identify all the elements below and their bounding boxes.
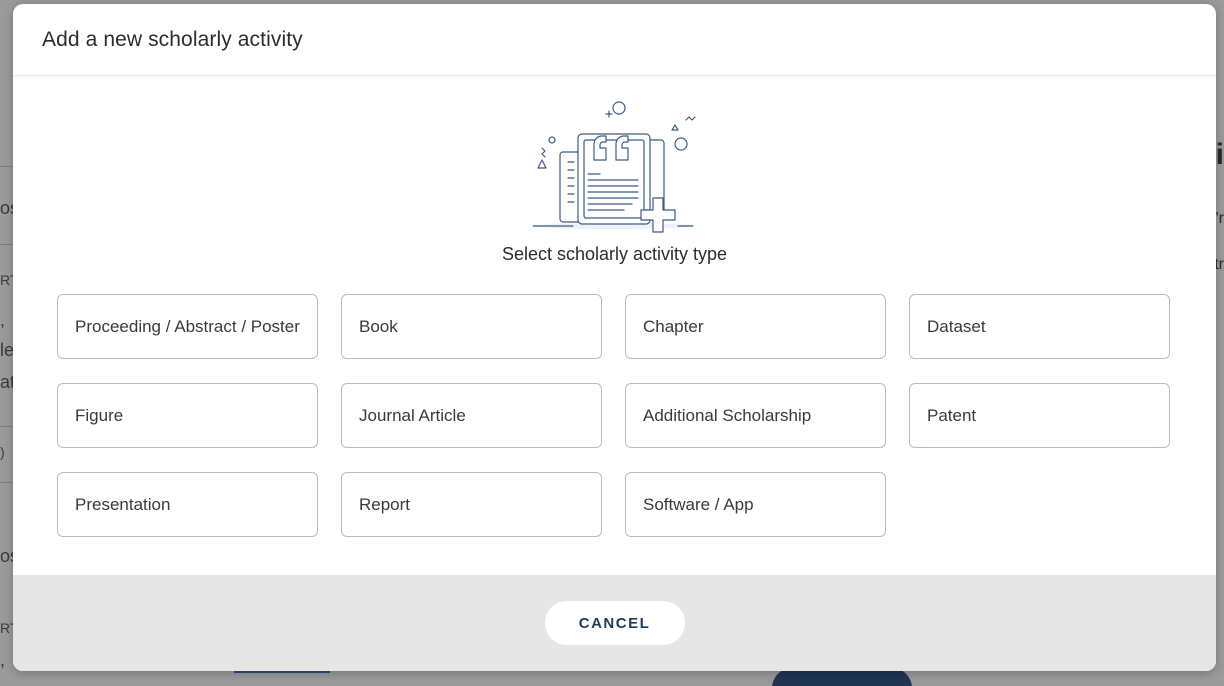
option-report[interactable]: Report xyxy=(341,472,602,537)
background-text: , xyxy=(0,310,6,330)
background-link xyxy=(234,671,330,673)
background-text: le xyxy=(0,340,15,360)
option-additional-scholarship[interactable]: Additional Scholarship xyxy=(625,383,886,448)
background-divider xyxy=(0,244,14,245)
background-text: i xyxy=(1215,138,1224,171)
option-figure[interactable]: Figure xyxy=(57,383,318,448)
activity-type-prompt: Select scholarly activity type xyxy=(501,244,728,264)
option-dataset[interactable]: Dataset xyxy=(909,294,1170,359)
dialog-header: Add a new scholarly activity xyxy=(13,4,1216,76)
background-left-edge: os RT , le at ) os RT , xyxy=(0,0,19,686)
background-text: , xyxy=(0,650,6,670)
option-presentation[interactable]: Presentation xyxy=(57,472,318,537)
option-software-app[interactable]: Software / App xyxy=(625,472,886,537)
option-journal-article[interactable]: Journal Article xyxy=(341,383,602,448)
option-chapter[interactable]: Chapter xyxy=(625,294,886,359)
document-quote-plus-illustration-icon xyxy=(532,101,696,233)
option-patent[interactable]: Patent xyxy=(909,383,1170,448)
option-book[interactable]: Book xyxy=(341,294,602,359)
background-text: 'r xyxy=(1215,210,1224,227)
dialog-title: Add a new scholarly activity xyxy=(42,27,303,51)
background-text: ) xyxy=(0,444,5,460)
background-divider xyxy=(0,166,14,167)
background-divider xyxy=(0,426,14,427)
cancel-button[interactable]: CANCEL xyxy=(544,601,685,645)
background-divider xyxy=(0,482,14,483)
dialog-body: Select scholarly activity type Proceedin… xyxy=(13,76,1216,575)
option-proceeding-abstract-poster[interactable]: Proceeding / Abstract / Poster xyxy=(57,294,318,359)
dialog-footer: CANCEL xyxy=(13,575,1216,671)
add-scholarly-activity-dialog: Add a new scholarly activity Select scho… xyxy=(13,4,1216,671)
activity-type-grid: Proceeding / Abstract / Poster Book Chap… xyxy=(57,294,1170,537)
